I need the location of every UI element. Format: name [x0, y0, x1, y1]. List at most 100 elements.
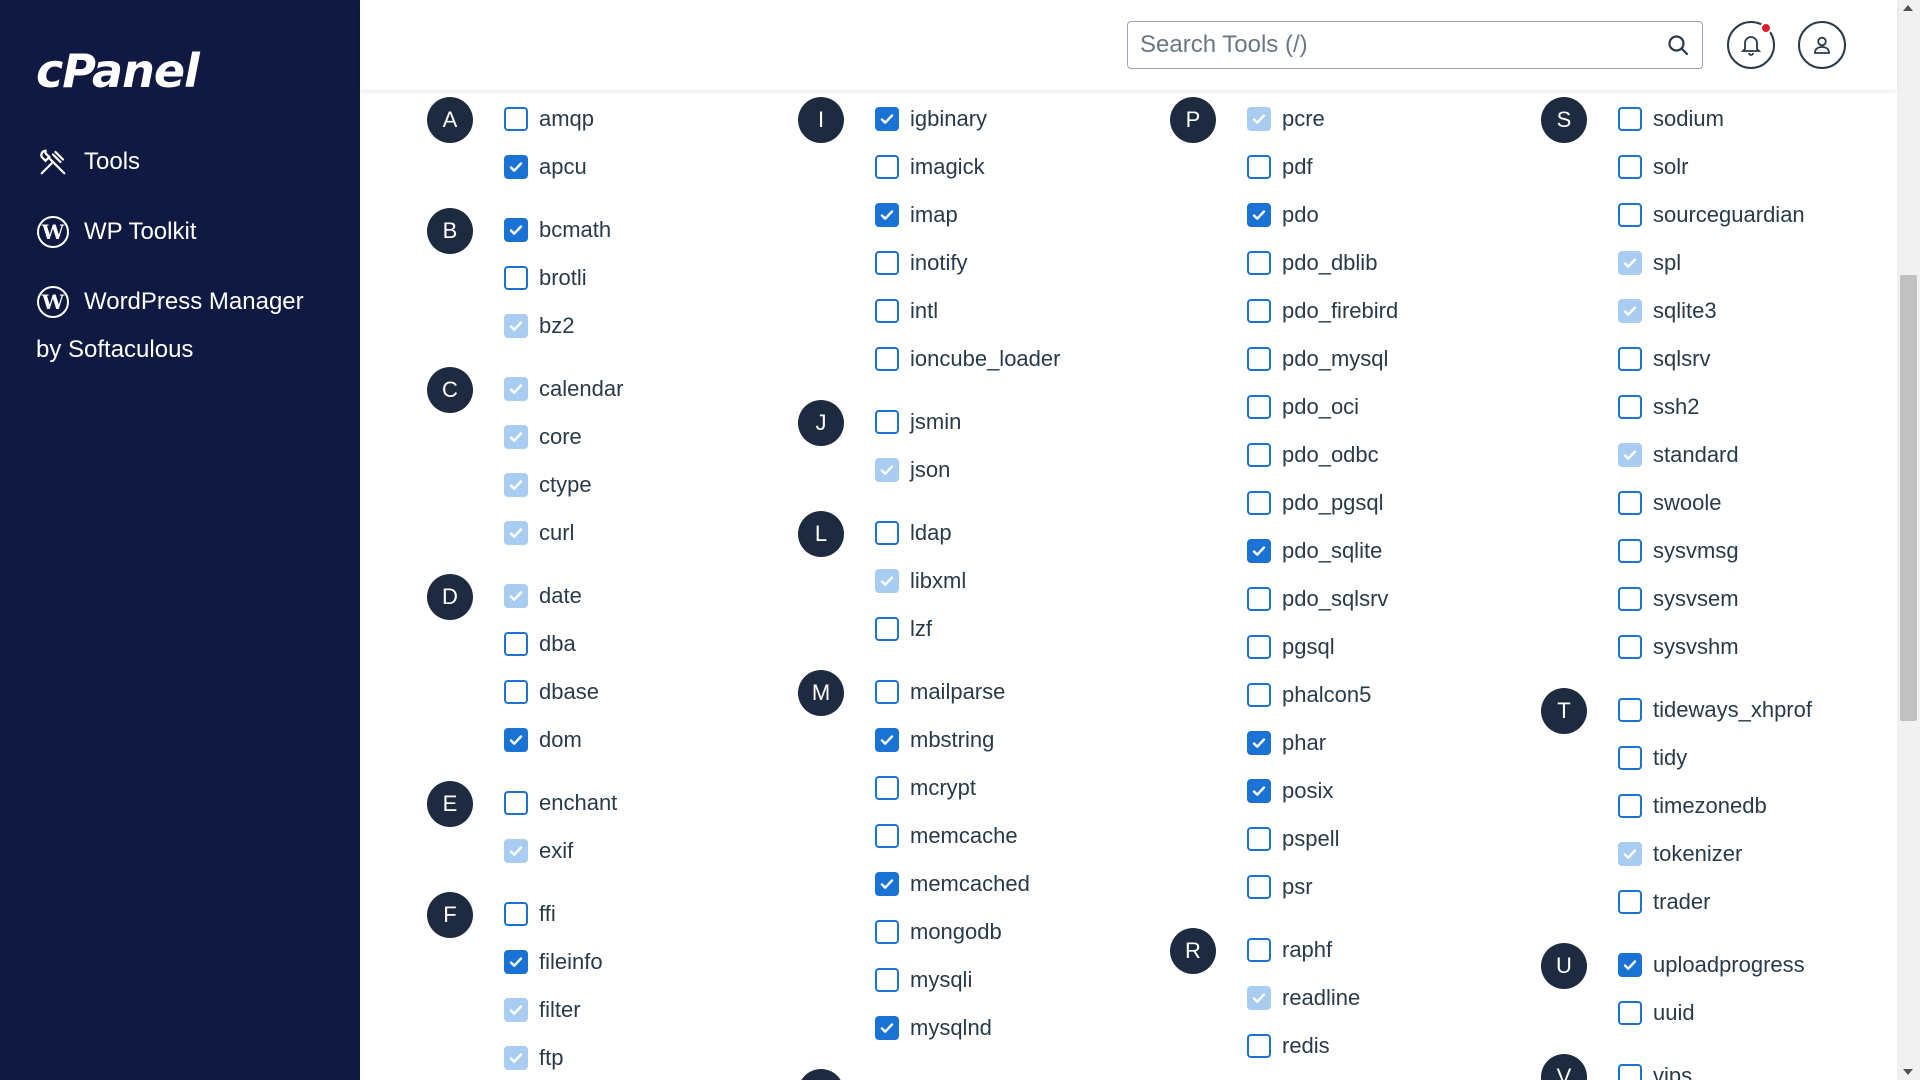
extension-checkbox-sysvmsg[interactable]: sysvmsg: [1618, 533, 1739, 569]
checkbox[interactable]: [1618, 953, 1642, 977]
extension-checkbox-uploadprogress[interactable]: uploadprogress: [1618, 947, 1805, 983]
extension-checkbox-json[interactable]: json: [875, 452, 950, 488]
extension-checkbox-core[interactable]: core: [504, 419, 582, 455]
checkbox[interactable]: [1247, 251, 1271, 275]
checkbox[interactable]: [1618, 395, 1642, 419]
extension-checkbox-mysqli[interactable]: mysqli: [875, 962, 972, 998]
scroll-down-arrow[interactable]: [1903, 1069, 1913, 1075]
extension-checkbox-libxml[interactable]: libxml: [875, 563, 966, 599]
extension-checkbox-vips[interactable]: vips: [1618, 1058, 1692, 1080]
checkbox[interactable]: [1618, 491, 1642, 515]
checkbox[interactable]: [875, 299, 899, 323]
extension-checkbox-enchant[interactable]: enchant: [504, 785, 617, 821]
extension-checkbox-uuid[interactable]: uuid: [1618, 995, 1695, 1031]
scrollbar-thumb[interactable]: [1900, 275, 1917, 721]
search-input[interactable]: [1140, 23, 1654, 67]
extension-checkbox-ioncube_loader[interactable]: ioncube_loader: [875, 341, 1060, 377]
extension-checkbox-ctype[interactable]: ctype: [504, 467, 592, 503]
extension-checkbox-jsmin[interactable]: jsmin: [875, 404, 961, 440]
extension-checkbox-dom[interactable]: dom: [504, 722, 582, 758]
extension-checkbox-date[interactable]: date: [504, 578, 582, 614]
checkbox[interactable]: [1247, 443, 1271, 467]
checkbox[interactable]: [504, 107, 528, 131]
extension-checkbox-fileinfo[interactable]: fileinfo: [504, 944, 603, 980]
extension-checkbox-mongodb[interactable]: mongodb: [875, 914, 1002, 950]
checkbox[interactable]: [875, 155, 899, 179]
extension-checkbox-curl[interactable]: curl: [504, 515, 574, 551]
checkbox[interactable]: [875, 617, 899, 641]
checkbox[interactable]: [875, 968, 899, 992]
extension-checkbox-filter[interactable]: filter: [504, 992, 581, 1028]
user-menu-button[interactable]: [1798, 21, 1846, 69]
extension-checkbox-mailparse[interactable]: mailparse: [875, 674, 1005, 710]
checkbox[interactable]: [1247, 203, 1271, 227]
extension-checkbox-imap[interactable]: imap: [875, 197, 958, 233]
checkbox[interactable]: [504, 155, 528, 179]
extension-checkbox-raphf[interactable]: raphf: [1247, 932, 1332, 968]
checkbox[interactable]: [504, 632, 528, 656]
extension-checkbox-mcrypt[interactable]: mcrypt: [875, 770, 976, 806]
extension-checkbox-ldap[interactable]: ldap: [875, 515, 952, 551]
search-icon[interactable]: [1654, 22, 1702, 68]
extension-checkbox-imagick[interactable]: imagick: [875, 149, 985, 185]
extension-checkbox-pdf[interactable]: pdf: [1247, 149, 1313, 185]
extension-checkbox-phalcon5[interactable]: phalcon5: [1247, 677, 1371, 713]
extension-checkbox-dbase[interactable]: dbase: [504, 674, 599, 710]
checkbox[interactable]: [875, 776, 899, 800]
extension-checkbox-lzf[interactable]: lzf: [875, 611, 932, 647]
checkbox[interactable]: [875, 251, 899, 275]
checkbox[interactable]: [875, 410, 899, 434]
extension-checkbox-readline[interactable]: readline: [1247, 980, 1360, 1016]
extension-checkbox-mbstring[interactable]: mbstring: [875, 722, 994, 758]
extension-checkbox-calendar[interactable]: calendar: [504, 371, 623, 407]
checkbox[interactable]: [875, 347, 899, 371]
checkbox[interactable]: [875, 920, 899, 944]
checkbox[interactable]: [504, 680, 528, 704]
extension-checkbox-pdo_odbc[interactable]: pdo_odbc: [1247, 437, 1379, 473]
checkbox[interactable]: [1618, 587, 1642, 611]
checkbox[interactable]: [1247, 395, 1271, 419]
extension-checkbox-standard[interactable]: standard: [1618, 437, 1739, 473]
checkbox[interactable]: [1618, 203, 1642, 227]
extension-checkbox-timezonedb[interactable]: timezonedb: [1618, 788, 1767, 824]
checkbox[interactable]: [1247, 155, 1271, 179]
checkbox[interactable]: [875, 728, 899, 752]
checkbox[interactable]: [1247, 491, 1271, 515]
sidebar-item-wordpress-manager[interactable]: W WordPress Manager: [36, 285, 304, 319]
extension-checkbox-psr[interactable]: psr: [1247, 869, 1313, 905]
extension-checkbox-sqlite3[interactable]: sqlite3: [1618, 293, 1717, 329]
extension-checkbox-memcached[interactable]: memcached: [875, 866, 1030, 902]
checkbox[interactable]: [1618, 347, 1642, 371]
extension-checkbox-apcu[interactable]: apcu: [504, 149, 587, 185]
checkbox[interactable]: [1618, 698, 1642, 722]
extension-checkbox-trader[interactable]: trader: [1618, 884, 1710, 920]
extension-checkbox-sodium[interactable]: sodium: [1618, 101, 1724, 137]
checkbox[interactable]: [504, 791, 528, 815]
extension-checkbox-exif[interactable]: exif: [504, 833, 573, 869]
extension-checkbox-swoole[interactable]: swoole: [1618, 485, 1721, 521]
extension-checkbox-sourceguardian[interactable]: sourceguardian: [1618, 197, 1805, 233]
extension-checkbox-pdo_firebird[interactable]: pdo_firebird: [1247, 293, 1398, 329]
extension-checkbox-pdo[interactable]: pdo: [1247, 197, 1319, 233]
extension-checkbox-bcmath[interactable]: bcmath: [504, 212, 611, 248]
extension-checkbox-brotli[interactable]: brotli: [504, 260, 587, 296]
extension-checkbox-mysqlnd[interactable]: mysqlnd: [875, 1010, 992, 1046]
extension-checkbox-pdo_sqlite[interactable]: pdo_sqlite: [1247, 533, 1382, 569]
extension-checkbox-ssh2[interactable]: ssh2: [1618, 389, 1699, 425]
extension-checkbox-ffi[interactable]: ffi: [504, 896, 556, 932]
checkbox[interactable]: [1247, 347, 1271, 371]
extension-checkbox-redis[interactable]: redis: [1247, 1028, 1330, 1064]
extension-checkbox-sqlsrv[interactable]: sqlsrv: [1618, 341, 1710, 377]
checkbox[interactable]: [1618, 746, 1642, 770]
checkbox[interactable]: [1618, 539, 1642, 563]
checkbox[interactable]: [875, 521, 899, 545]
checkbox[interactable]: [875, 680, 899, 704]
extension-checkbox-dba[interactable]: dba: [504, 626, 576, 662]
extension-checkbox-sysvshm[interactable]: sysvshm: [1618, 629, 1739, 665]
checkbox[interactable]: [1618, 107, 1642, 131]
checkbox[interactable]: [875, 107, 899, 131]
extension-checkbox-tidy[interactable]: tidy: [1618, 740, 1687, 776]
checkbox[interactable]: [1247, 683, 1271, 707]
checkbox[interactable]: [1247, 731, 1271, 755]
checkbox[interactable]: [875, 1016, 899, 1040]
